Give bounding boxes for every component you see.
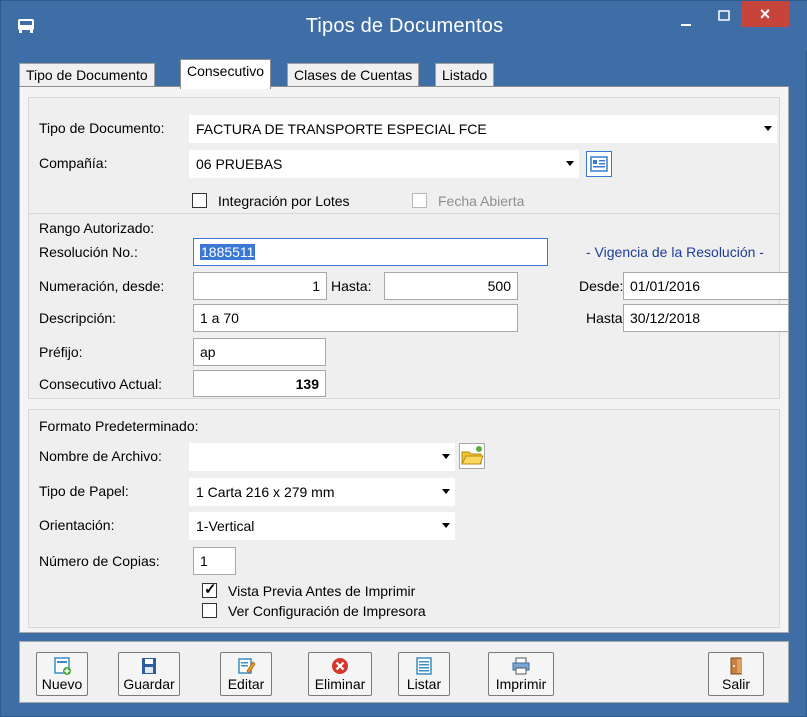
formato-panel: Formato Predeterminado: Nombre de Archiv… [28, 409, 780, 628]
main-window: Tipos de Documentos × Tipo de Documento … [0, 0, 807, 717]
copias-input[interactable]: 1 [193, 547, 236, 575]
fecha-hasta-input[interactable]: 30/12/2018 [623, 304, 789, 332]
tab-tipo-documento[interactable]: Tipo de Documento [19, 63, 155, 87]
archivo-select[interactable] [189, 443, 455, 471]
salir-button[interactable]: Salir [708, 652, 764, 696]
id-card-icon [590, 156, 608, 172]
tipo-documento-value: FACTURA DE TRANSPORTE ESPECIAL FCE [196, 121, 487, 137]
listar-button[interactable]: Listar [398, 652, 450, 696]
ver-config-checkbox[interactable] [202, 603, 217, 618]
nuevo-label: Nuevo [41, 676, 83, 692]
resolucion-input[interactable]: 1885511 [193, 238, 548, 266]
fecha-desde-input[interactable]: 01/01/2016 [623, 272, 789, 300]
consecutivo-input[interactable]: 139 [193, 370, 326, 397]
orientacion-label: Orientación: [39, 517, 115, 533]
chevron-down-icon[interactable] [764, 126, 772, 131]
close-button[interactable]: × [741, 1, 789, 27]
fecha-desde-label: Desde: [579, 278, 624, 294]
papel-value: 1 Carta 216 x 279 mm [196, 484, 335, 500]
vista-previa-checkbox[interactable]: ✓ [202, 581, 217, 598]
save-icon [142, 658, 156, 674]
eliminar-button[interactable]: Eliminar [308, 652, 372, 696]
integracion-lotes-checkbox[interactable] [192, 193, 207, 208]
imprimir-button[interactable]: Imprimir [488, 652, 554, 696]
listar-label: Listar [406, 676, 442, 692]
chevron-down-icon[interactable] [442, 523, 450, 528]
editar-button[interactable]: Editar [220, 652, 272, 696]
papel-select[interactable]: 1 Carta 216 x 279 mm [189, 478, 455, 506]
salir-label: Salir [721, 676, 750, 692]
chevron-down-icon[interactable] [442, 454, 450, 459]
ver-config-label: Ver Configuración de Impresora [228, 603, 426, 619]
document-panel: Tipo de Documento: FACTURA DE TRANSPORTE… [28, 97, 780, 214]
formato-title: Formato Predeterminado: [39, 418, 199, 434]
compania-label: Compañía: [39, 155, 108, 171]
browse-file-button[interactable] [459, 443, 485, 469]
copias-label: Número de Copias: [39, 553, 160, 569]
rango-autorizado-title: Rango Autorizado: [39, 220, 155, 236]
minimize-icon[interactable] [669, 9, 703, 39]
eliminar-label: Eliminar [314, 676, 366, 692]
hasta-num-label: Hasta: [331, 278, 372, 294]
chevron-down-icon[interactable] [442, 489, 450, 494]
vista-previa-label: Vista Previa Antes de Imprimir [228, 583, 416, 599]
title-bar[interactable]: Tipos de Documentos × [1, 1, 807, 51]
printer-icon [512, 657, 530, 675]
tab-strip: Tipo de Documento Consecutivo Clases de … [19, 57, 789, 89]
fecha-abierta-checkbox[interactable] [412, 193, 427, 208]
list-icon [416, 657, 432, 675]
integracion-lotes-label: Integración por Lotes [218, 193, 350, 209]
fecha-hasta-label: Hasta: [586, 310, 627, 326]
tab-clases-cuentas[interactable]: Clases de Cuentas [287, 63, 420, 87]
imprimir-label: Imprimir [495, 676, 547, 692]
tipo-documento-select[interactable]: FACTURA DE TRANSPORTE ESPECIAL FCE [189, 115, 777, 143]
nuevo-button[interactable]: Nuevo [36, 652, 88, 696]
tipo-documento-label: Tipo de Documento: [39, 120, 165, 136]
tab-listado[interactable]: Listado [435, 63, 495, 87]
prefijo-label: Préfijo: [39, 344, 83, 360]
edit-icon [238, 658, 256, 674]
open-folder-icon [461, 446, 484, 465]
descripcion-input[interactable]: 1 a 70 [193, 304, 518, 332]
papel-label: Tipo de Papel: [39, 483, 129, 499]
numeracion-label: Numeración, desde: [39, 278, 165, 294]
prefijo-input[interactable]: ap [193, 338, 326, 366]
archivo-label: Nombre de Archivo: [39, 448, 162, 464]
resolucion-label: Resolución No.: [39, 244, 138, 260]
numeracion-hasta-input[interactable]: 500 [384, 272, 518, 300]
exit-door-icon [730, 657, 742, 675]
maximize-icon[interactable] [707, 7, 741, 37]
guardar-button[interactable]: Guardar [118, 652, 180, 696]
editar-label: Editar [227, 676, 265, 692]
tab-content: Tipo de Documento: FACTURA DE TRANSPORTE… [19, 87, 789, 633]
vigencia-label: - Vigencia de la Resolución - [586, 244, 764, 260]
compania-select[interactable]: 06 PRUEBAS [189, 150, 579, 178]
company-card-button[interactable] [586, 151, 612, 177]
rango-autorizado-panel: Rango Autorizado: Resolución No.: 188551… [28, 214, 789, 399]
guardar-label: Guardar [123, 676, 175, 692]
descripcion-label: Descripción: [39, 310, 117, 326]
delete-icon [332, 658, 348, 674]
new-document-icon [54, 657, 71, 675]
orientacion-value: 1-Vertical [196, 518, 255, 534]
fecha-abierta-label: Fecha Abierta [438, 193, 525, 209]
consecutivo-label: Consecutivo Actual: [39, 376, 162, 392]
action-toolbar: Nuevo Guardar Editar Eliminar Listar Imp… [19, 641, 789, 703]
orientacion-select[interactable]: 1-Vertical [189, 512, 455, 540]
tab-consecutivo[interactable]: Consecutivo [180, 59, 272, 89]
compania-value: 06 PRUEBAS [196, 156, 283, 172]
resolucion-value: 1885511 [200, 244, 256, 260]
chevron-down-icon[interactable] [566, 161, 574, 166]
check-icon: ✓ [204, 581, 217, 598]
numeracion-desde-input[interactable]: 1 [193, 272, 327, 300]
